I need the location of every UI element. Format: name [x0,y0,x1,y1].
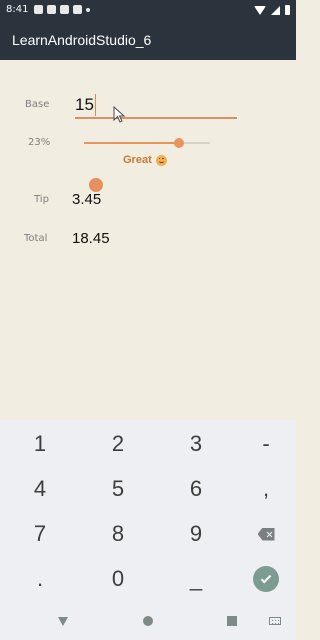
status-icons [34,5,90,14]
calendar-icon [47,5,56,14]
key-0[interactable]: 0 [81,556,155,602]
tip-percent-label: 23% [28,137,51,148]
home-circle-icon[interactable] [143,616,153,626]
numeric-keyboard: 1 2 3 - 4 5 6 , 7 8 9 . 0 _ [0,420,296,604]
tip-percent-slider-thumb[interactable] [174,138,184,148]
mouse-pointer-icon [113,106,126,123]
system-navigation-bar [0,604,296,640]
smiling-face-icon [155,154,167,166]
key-decimal[interactable]: . [3,556,77,602]
sync-icon [73,5,82,14]
key-7[interactable]: 7 [3,511,77,557]
total-label: Total [24,233,48,244]
tip-percent-slider[interactable] [84,138,210,148]
tip-calculator-content: Base 15 23% Great Tip 3.45 Total 18.45 [0,60,296,420]
key-comma[interactable]: , [229,466,303,512]
key-6[interactable]: 6 [159,466,233,512]
status-time: 8:41 [6,4,29,15]
tip-value: 3.45 [72,191,102,208]
key-3[interactable]: 3 [159,421,233,467]
status-right [254,5,290,15]
notification-dot-icon [86,8,90,12]
app-title: LearnAndroidStudio_6 [12,32,152,48]
base-label: Base [25,99,50,110]
status-bar: 8:41 [0,0,296,20]
wifi-icon [254,5,266,15]
battery-icon [285,5,290,15]
text-selection-handle[interactable] [89,178,103,192]
tip-quality-indicator: Great [123,154,167,166]
check-icon [260,572,272,583]
key-8[interactable]: 8 [81,511,155,557]
recent-apps-square-icon[interactable] [227,616,237,626]
signal-icon [271,5,280,15]
key-underscore[interactable]: _ [159,556,233,602]
key-9[interactable]: 9 [159,511,233,557]
base-amount-value: 15 [75,95,94,114]
base-input-underline [75,117,237,119]
tip-label: Tip [34,194,49,205]
key-2[interactable]: 2 [81,421,155,467]
text-cursor [95,94,96,116]
key-minus[interactable]: - [229,421,303,467]
tip-quality-label: Great [123,154,152,166]
back-triangle-icon[interactable] [58,617,68,626]
done-key[interactable] [229,556,303,602]
tip-percent-slider-fill [84,142,179,144]
backspace-icon [257,527,275,541]
total-value: 18.45 [72,230,110,247]
backspace-key[interactable] [229,511,303,557]
keyboard-icon[interactable] [269,617,281,625]
done-button[interactable] [253,566,279,592]
key-5[interactable]: 5 [81,466,155,512]
base-amount-input[interactable]: 15 [75,94,237,120]
media-icon [60,5,69,14]
key-1[interactable]: 1 [3,421,77,467]
key-4[interactable]: 4 [3,466,77,512]
mail-icon [34,5,43,14]
app-bar: LearnAndroidStudio_6 [0,20,296,60]
